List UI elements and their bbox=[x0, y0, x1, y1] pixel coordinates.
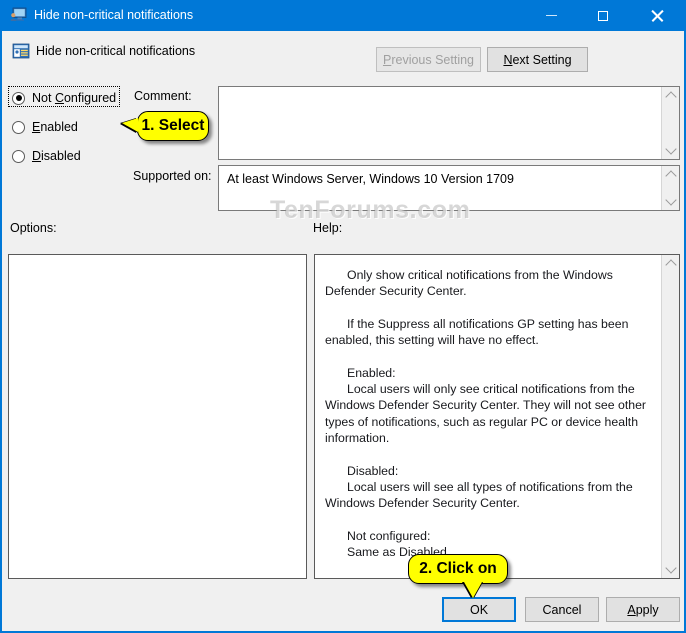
cancel-button-label: Cancel bbox=[542, 602, 582, 617]
help-paragraph: Not configured: bbox=[347, 528, 431, 543]
apply-button-label-rest: pply bbox=[635, 602, 659, 617]
callout-step-1: 1. Select bbox=[122, 111, 209, 141]
comment-input[interactable] bbox=[218, 86, 680, 160]
options-pane[interactable] bbox=[8, 254, 307, 579]
comment-label: Comment: bbox=[134, 89, 192, 103]
help-pane: Only show critical notifications from th… bbox=[314, 254, 680, 579]
callout-step-2: 2. Click on bbox=[408, 554, 508, 598]
next-setting-mnemonic: N bbox=[503, 52, 513, 67]
help-scrollbar[interactable] bbox=[661, 255, 679, 578]
callout-step-1-text: 1. Select bbox=[141, 117, 205, 134]
help-scroll-down-icon[interactable] bbox=[662, 561, 679, 578]
callout-step-2-text: 2. Click on bbox=[419, 560, 497, 577]
policy-setting-icon bbox=[12, 43, 30, 59]
supported-on-label: Supported on: bbox=[133, 169, 212, 183]
comment-scroll-up-icon[interactable] bbox=[662, 87, 679, 104]
radio-enabled-indicator[interactable] bbox=[12, 120, 25, 134]
help-paragraph: If the Suppress all notifications GP set… bbox=[325, 316, 629, 348]
radio-disabled-label: Disabled bbox=[32, 149, 81, 163]
help-paragraph: Disabled: bbox=[347, 463, 399, 478]
maximize-icon bbox=[598, 10, 608, 21]
close-button[interactable] bbox=[634, 0, 680, 31]
minimize-button[interactable] bbox=[528, 0, 574, 31]
callout-step-2-tail-icon bbox=[464, 582, 482, 598]
apply-button[interactable]: Apply bbox=[606, 597, 680, 622]
ok-button-label: OK bbox=[469, 602, 489, 617]
setting-name: Hide non-critical notifications bbox=[36, 44, 196, 58]
supported-on-scrollbar[interactable] bbox=[661, 166, 679, 210]
radio-disabled-indicator[interactable] bbox=[12, 149, 25, 163]
minimize-icon bbox=[545, 15, 557, 16]
comment-scrollbar[interactable] bbox=[661, 87, 679, 159]
radio-not-configured-indicator[interactable] bbox=[12, 91, 25, 105]
radio-enabled[interactable]: Enabled bbox=[12, 118, 78, 136]
help-paragraph: Only show critical notifications from th… bbox=[325, 268, 613, 299]
window-title: Hide non-critical notifications bbox=[34, 8, 194, 22]
radio-enabled-label: Enabled bbox=[32, 120, 78, 134]
help-paragraph: Local users will only see critical notif… bbox=[325, 382, 647, 446]
options-label: Options: bbox=[10, 221, 57, 235]
apply-button-mnemonic: A bbox=[627, 602, 636, 617]
radio-disabled[interactable]: Disabled bbox=[12, 147, 81, 165]
close-icon bbox=[651, 10, 663, 22]
callout-step-1-tail-icon bbox=[122, 118, 138, 132]
radio-not-configured-label: Not Configured bbox=[32, 91, 117, 105]
maximize-button[interactable] bbox=[580, 0, 626, 31]
supported-on-field[interactable]: At least Windows Server, Windows 10 Vers… bbox=[218, 165, 680, 211]
help-paragraph: Local users will see all types of notifi… bbox=[325, 480, 633, 511]
supported-on-value: At least Windows Server, Windows 10 Vers… bbox=[227, 172, 514, 186]
cancel-button[interactable]: Cancel bbox=[525, 597, 599, 622]
previous-setting-label-rest: revious Setting bbox=[391, 52, 475, 67]
ok-button[interactable]: OK bbox=[442, 597, 516, 622]
supported-scroll-up-icon[interactable] bbox=[662, 166, 679, 183]
next-setting-label-rest: ext Setting bbox=[512, 52, 572, 67]
help-text: Only show critical notifications from th… bbox=[315, 255, 662, 578]
previous-setting-button[interactable]: Previous Setting bbox=[376, 47, 481, 72]
previous-setting-mnemonic: P bbox=[382, 52, 392, 67]
help-label: Help: bbox=[313, 221, 343, 235]
comment-scroll-down-icon[interactable] bbox=[662, 142, 679, 159]
title-bar: Hide non-critical notifications bbox=[2, 0, 684, 31]
supported-scroll-down-icon[interactable] bbox=[662, 193, 679, 210]
help-scroll-up-icon[interactable] bbox=[662, 255, 679, 272]
radio-not-configured[interactable]: Not Configured bbox=[12, 89, 116, 107]
group-policy-setting-dialog: Hide non-critical notifications Hide non… bbox=[0, 0, 686, 633]
computer-user-icon bbox=[10, 7, 27, 21]
next-setting-button[interactable]: Next Setting bbox=[487, 47, 588, 72]
help-paragraph: Enabled: bbox=[347, 365, 396, 380]
